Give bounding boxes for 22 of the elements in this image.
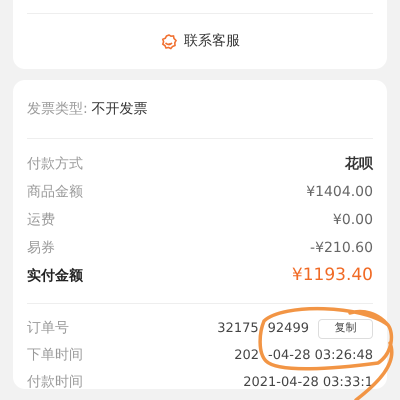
payment-value: 花呗 — [345, 154, 373, 174]
payment-value: -¥210.60 — [310, 238, 373, 258]
order-label: 下单时间 — [27, 346, 83, 365]
order-label: 付款时间 — [27, 373, 83, 392]
payment-label: 付款方式 — [27, 154, 83, 174]
payment-label: 实付金额 — [27, 266, 83, 286]
payment-value: ¥1193.40 — [292, 264, 373, 288]
order-value: 2021-04-28 03:33:1 — [243, 374, 373, 392]
invoice-type-value: 不开发票 — [92, 100, 148, 118]
payment-value: ¥0.00 — [332, 210, 373, 230]
order-value: -04-28 03:26:48 — [268, 346, 373, 365]
contact-service-button[interactable]: 联系客服 — [160, 31, 240, 52]
order-value: 92499 — [268, 320, 309, 338]
payment-label: 易券 — [27, 238, 55, 258]
payment-value: ¥1404.00 — [306, 182, 373, 202]
order-value: 32175 — [217, 320, 259, 338]
copy-button[interactable]: 复制 — [318, 318, 373, 338]
payment-label: 商品金额 — [27, 182, 83, 202]
invoice-type-label: 发票类型: — [27, 100, 88, 118]
order-label: 订单号 — [27, 319, 69, 338]
payment-label: 运费 — [27, 210, 55, 230]
order-value: 202 — [234, 346, 260, 365]
